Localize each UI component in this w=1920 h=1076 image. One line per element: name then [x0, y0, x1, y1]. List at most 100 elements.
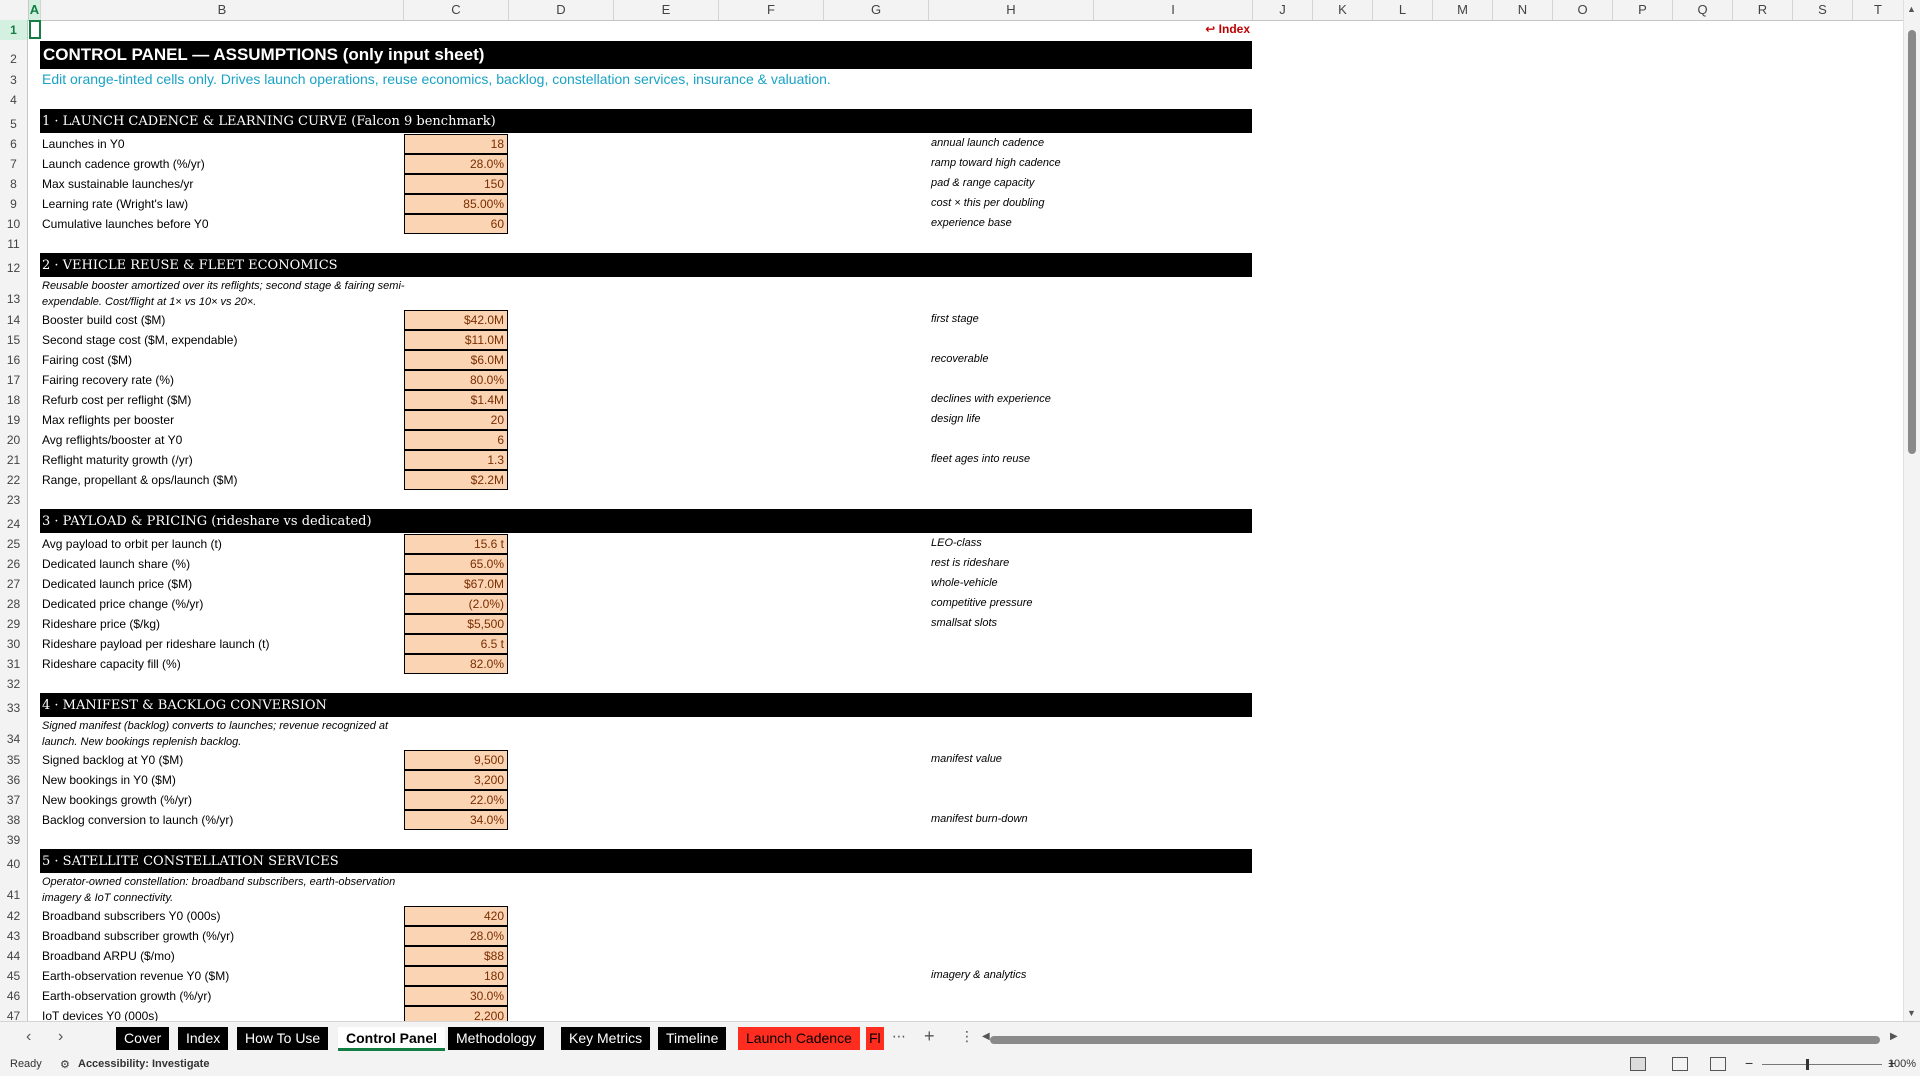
- column-header-a[interactable]: A: [29, 0, 41, 20]
- row-header[interactable]: 39: [0, 830, 28, 850]
- input-cell[interactable]: $2.2M: [404, 470, 508, 490]
- input-cell[interactable]: 82.0%: [404, 654, 508, 674]
- input-cell[interactable]: 18: [404, 134, 508, 154]
- row-header[interactable]: 6: [0, 134, 28, 154]
- input-cell[interactable]: 180: [404, 966, 508, 986]
- horizontal-scroll-thumb[interactable]: [990, 1036, 1880, 1044]
- input-cell[interactable]: $6.0M: [404, 350, 508, 370]
- vertical-scroll-thumb[interactable]: [1908, 30, 1916, 454]
- tab-timeline[interactable]: Timeline: [658, 1027, 727, 1050]
- input-cell[interactable]: 1.3: [404, 450, 508, 470]
- row-header[interactable]: 7: [0, 154, 28, 174]
- column-header-b[interactable]: B: [41, 0, 404, 20]
- row-header[interactable]: 30: [0, 634, 28, 654]
- scroll-up-icon[interactable]: ▲: [1907, 4, 1916, 14]
- input-cell[interactable]: 15.6 t: [404, 534, 508, 554]
- row-header[interactable]: 21: [0, 450, 28, 470]
- input-cell[interactable]: 60: [404, 214, 508, 234]
- row-header[interactable]: 3: [0, 70, 28, 90]
- row-header[interactable]: 24: [0, 510, 28, 534]
- row-header[interactable]: 2: [0, 40, 28, 70]
- input-cell[interactable]: 22.0%: [404, 790, 508, 810]
- input-cell[interactable]: $1.4M: [404, 390, 508, 410]
- row-header[interactable]: 29: [0, 614, 28, 634]
- input-cell[interactable]: 2,200: [404, 1006, 508, 1021]
- column-header-l[interactable]: L: [1373, 0, 1433, 20]
- row-header[interactable]: 17: [0, 370, 28, 390]
- input-cell[interactable]: 28.0%: [404, 154, 508, 174]
- row-header[interactable]: 8: [0, 174, 28, 194]
- input-cell[interactable]: $88: [404, 946, 508, 966]
- column-header-g[interactable]: G: [824, 0, 929, 20]
- input-cell[interactable]: 3,200: [404, 770, 508, 790]
- row-header[interactable]: 16: [0, 350, 28, 370]
- column-header-h[interactable]: H: [929, 0, 1094, 20]
- input-cell[interactable]: 80.0%: [404, 370, 508, 390]
- input-cell[interactable]: 20: [404, 410, 508, 430]
- input-cell[interactable]: 6.5 t: [404, 634, 508, 654]
- row-header[interactable]: 14: [0, 310, 28, 330]
- scroll-left-icon[interactable]: ◀: [982, 1031, 990, 1042]
- row-header[interactable]: 47: [0, 1006, 28, 1021]
- row-header[interactable]: 1: [0, 20, 28, 40]
- row-header[interactable]: 9: [0, 194, 28, 214]
- row-header[interactable]: 31: [0, 654, 28, 674]
- row-header[interactable]: 23: [0, 490, 28, 510]
- tab-index[interactable]: Index: [178, 1027, 229, 1050]
- column-header-d[interactable]: D: [509, 0, 614, 20]
- tab-truncated[interactable]: Fl: [866, 1027, 884, 1050]
- column-header-e[interactable]: E: [614, 0, 719, 20]
- row-header[interactable]: 37: [0, 790, 28, 810]
- column-header-f[interactable]: F: [719, 0, 824, 20]
- input-cell[interactable]: 30.0%: [404, 986, 508, 1006]
- column-header-c[interactable]: C: [404, 0, 509, 20]
- tab-how-to-use[interactable]: How To Use: [237, 1027, 329, 1050]
- input-cell[interactable]: 420: [404, 906, 508, 926]
- row-header[interactable]: 33: [0, 694, 28, 718]
- zoom-slider-thumb[interactable]: [1806, 1059, 1809, 1070]
- input-cell[interactable]: $11.0M: [404, 330, 508, 350]
- tab-launch-cadence[interactable]: Launch Cadence: [738, 1027, 860, 1050]
- row-header[interactable]: 43: [0, 926, 28, 946]
- column-header-o[interactable]: O: [1553, 0, 1613, 20]
- scroll-down-icon[interactable]: ▼: [1907, 1008, 1916, 1018]
- input-cell[interactable]: $42.0M: [404, 310, 508, 330]
- plus-icon[interactable]: +: [924, 1026, 935, 1047]
- row-header[interactable]: 12: [0, 254, 28, 278]
- worksheet-grid[interactable]: A B C D E F G H I J K L M N O P Q R S T …: [0, 0, 1920, 1021]
- page-break-view-icon[interactable]: [1710, 1057, 1726, 1071]
- input-cell[interactable]: 9,500: [404, 750, 508, 770]
- input-cell[interactable]: 6: [404, 430, 508, 450]
- zoom-out-icon[interactable]: −: [1745, 1055, 1753, 1071]
- input-cell[interactable]: 28.0%: [404, 926, 508, 946]
- row-header[interactable]: 38: [0, 810, 28, 830]
- index-link[interactable]: ↩ Index: [1205, 22, 1250, 36]
- scroll-right-icon[interactable]: ▶: [1890, 1031, 1898, 1042]
- accessibility-status[interactable]: Accessibility: Investigate: [78, 1058, 209, 1070]
- row-header[interactable]: 13: [0, 278, 28, 310]
- row-header[interactable]: 44: [0, 946, 28, 966]
- row-header[interactable]: 34: [0, 718, 28, 750]
- chevron-right-icon[interactable]: ›: [58, 1028, 63, 1046]
- zoom-slider[interactable]: [1762, 1064, 1882, 1065]
- normal-view-icon[interactable]: [1630, 1057, 1646, 1071]
- row-header[interactable]: 45: [0, 966, 28, 986]
- column-header-p[interactable]: P: [1613, 0, 1673, 20]
- row-header[interactable]: 40: [0, 850, 28, 874]
- select-all-corner[interactable]: [0, 0, 29, 20]
- tab-cover[interactable]: Cover: [116, 1027, 170, 1050]
- row-header[interactable]: 25: [0, 534, 28, 554]
- column-header-i[interactable]: I: [1094, 0, 1253, 20]
- tab-key-metrics[interactable]: Key Metrics: [561, 1027, 651, 1050]
- row-header[interactable]: 42: [0, 906, 28, 926]
- selected-cell-a1[interactable]: [29, 20, 41, 39]
- row-header[interactable]: 32: [0, 674, 28, 694]
- input-cell[interactable]: 65.0%: [404, 554, 508, 574]
- input-cell[interactable]: 85.00%: [404, 194, 508, 214]
- row-header[interactable]: 46: [0, 986, 28, 1006]
- row-header[interactable]: 20: [0, 430, 28, 450]
- column-header-n[interactable]: N: [1493, 0, 1553, 20]
- row-header[interactable]: 11: [0, 234, 28, 254]
- row-header[interactable]: 41: [0, 874, 28, 906]
- row-header[interactable]: 28: [0, 594, 28, 614]
